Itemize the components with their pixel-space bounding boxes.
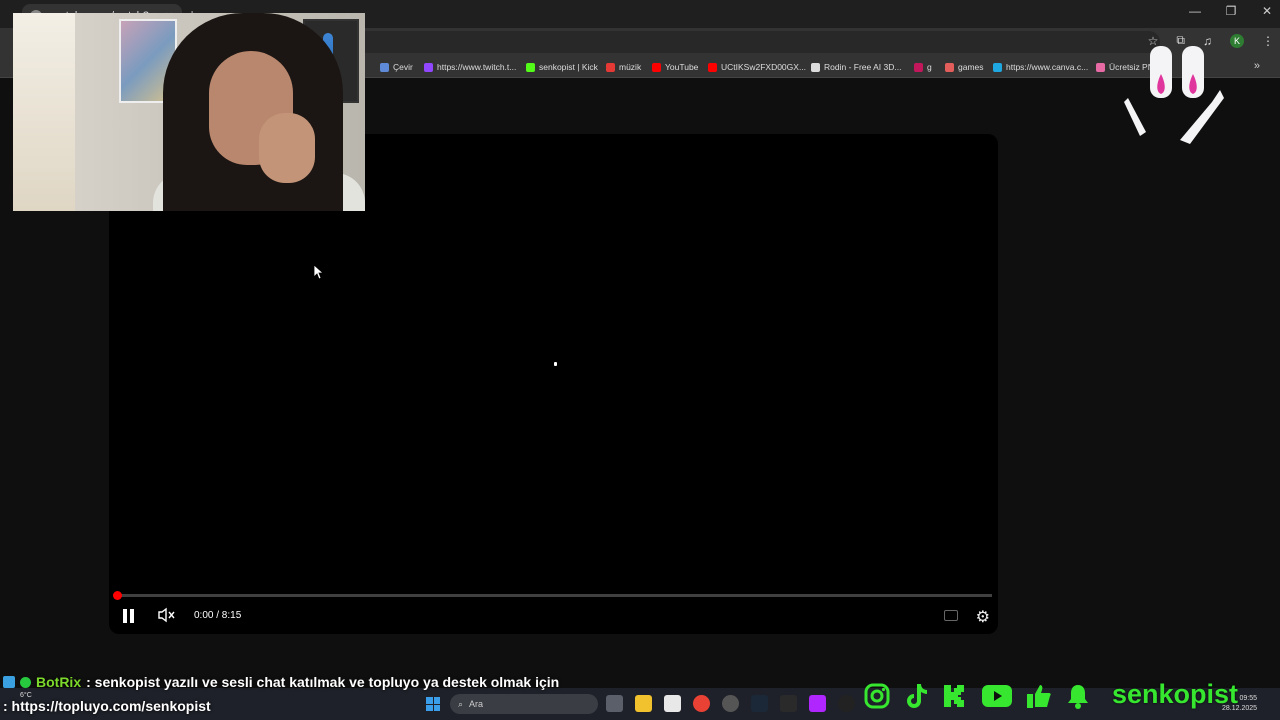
- bookmark-favicon-icon: [424, 62, 433, 72]
- chat-link: : https://topluyo.com/senkopist: [3, 698, 211, 714]
- pause-button[interactable]: [123, 609, 135, 623]
- stream-screen: youtube.com/watch?v=DPzCi... ✕ + — ❐ ✕ ☆…: [0, 0, 1280, 720]
- bookmark-label: YouTube: [665, 62, 699, 72]
- bell-icon: [1068, 685, 1088, 709]
- bookmark-favicon-icon: [993, 62, 1002, 72]
- progress-bar[interactable]: [116, 594, 992, 597]
- bookmark-item[interactable]: Rodin - Free AI 3D...: [811, 60, 901, 74]
- mouse-cursor-icon: [314, 265, 324, 279]
- webcam-overlay: [13, 13, 365, 211]
- bookmark-favicon-icon: [606, 62, 615, 72]
- bookmark-favicon-icon: [811, 62, 820, 72]
- bookmark-label: UCtIKSw2FXD00GX...: [721, 62, 807, 72]
- bookmark-favicon-icon: [1096, 62, 1105, 72]
- bookmark-favicon-icon: [526, 62, 535, 72]
- bookmark-label: Çevir: [393, 62, 413, 72]
- bookmark-item[interactable]: https://www.canva.c...: [993, 60, 1088, 74]
- bookmark-favicon-icon: [380, 62, 389, 72]
- bookmark-item[interactable]: UCtIKSw2FXD00GX...: [708, 60, 806, 74]
- bookmark-item[interactable]: YouTube: [652, 60, 698, 74]
- restore-icon[interactable]: ❐: [1224, 4, 1238, 18]
- player-controls: 0:00 / 8:15 ⚙: [109, 602, 998, 630]
- chat-username: BotRix: [36, 674, 82, 690]
- bookmark-label: https://www.twitch.t...: [437, 62, 517, 72]
- mute-icon[interactable]: [157, 607, 175, 623]
- window-controls: — ❐ ✕: [1188, 4, 1274, 18]
- bookmark-label: games: [958, 62, 984, 72]
- thumbs-up-icon: [1027, 685, 1051, 708]
- minimize-icon[interactable]: —: [1188, 4, 1202, 18]
- clock-date: 28.12.2025: [1222, 705, 1258, 712]
- chrome-icon[interactable]: [693, 695, 710, 712]
- youtube-icon: [982, 685, 1012, 707]
- bookmark-item[interactable]: g: [914, 60, 932, 74]
- channel-logo-icon: [1124, 46, 1224, 144]
- app-icon[interactable]: [722, 695, 739, 712]
- tiktok-icon: [907, 684, 927, 708]
- subtitles-icon[interactable]: [944, 610, 958, 621]
- chat-message-text: : senkopist yazılı ve sesli chat katılma…: [86, 674, 560, 690]
- social-icons: [864, 683, 1090, 709]
- channel-name: senkopist: [1112, 679, 1239, 709]
- bot-badge-icon: [3, 676, 15, 688]
- file-explorer-icon[interactable]: [635, 695, 652, 712]
- kick-icon: [944, 685, 964, 707]
- instagram-icon: [864, 683, 890, 709]
- bookmarks-overflow-icon[interactable]: »: [1254, 60, 1260, 72]
- taskbar-apps: [606, 695, 855, 712]
- menu-icon[interactable]: ⋮: [1262, 34, 1274, 48]
- bookmark-label: g: [927, 62, 932, 72]
- clock-time: 09:55: [1239, 695, 1258, 702]
- bookmark-favicon-icon: [708, 62, 717, 72]
- bookmark-favicon-icon: [945, 62, 954, 72]
- bookmark-label: senkopist | Kick: [539, 62, 598, 72]
- verified-check-icon: [20, 676, 31, 688]
- time-display: 0:00 / 8:15: [194, 610, 242, 621]
- search-icon: ⌕: [458, 698, 464, 709]
- bookmark-favicon-icon: [914, 62, 923, 72]
- bookmark-item[interactable]: https://www.twitch.t...: [424, 60, 516, 74]
- profile-avatar[interactable]: K: [1230, 33, 1244, 48]
- bookmark-item[interactable]: games: [945, 60, 984, 74]
- windows-start-icon[interactable]: [426, 697, 440, 711]
- bookmark-item[interactable]: müzik: [606, 60, 641, 74]
- epic-games-icon[interactable]: [780, 695, 797, 712]
- bookmark-label: müzik: [619, 62, 642, 72]
- system-clock[interactable]: 09:55 28.12.2025: [1222, 694, 1257, 714]
- unreal-icon[interactable]: [838, 695, 855, 712]
- bookmark-label: https://www.canva.c...: [1006, 62, 1089, 72]
- bookmark-favicon-icon: [652, 62, 661, 72]
- store-icon[interactable]: [664, 695, 681, 712]
- loading-spinner-icon: [554, 362, 557, 366]
- search-placeholder: Ara: [469, 699, 484, 709]
- close-window-icon[interactable]: ✕: [1260, 4, 1274, 18]
- streaming-app-icon[interactable]: [809, 695, 826, 712]
- scrubber-handle[interactable]: [113, 591, 122, 600]
- taskbar-search[interactable]: ⌕ Ara: [450, 694, 598, 714]
- bookmark-item[interactable]: Çevir: [380, 60, 413, 74]
- settings-gear-icon[interactable]: ⚙: [976, 607, 990, 627]
- bookmark-item[interactable]: senkopist | Kick: [526, 60, 598, 74]
- bookmark-label: Rodin - Free AI 3D...: [824, 62, 902, 72]
- chat-message: BotRix : senkopist yazılı ve sesli chat …: [3, 674, 559, 690]
- steam-icon[interactable]: [751, 695, 768, 712]
- task-view-icon[interactable]: [606, 695, 623, 712]
